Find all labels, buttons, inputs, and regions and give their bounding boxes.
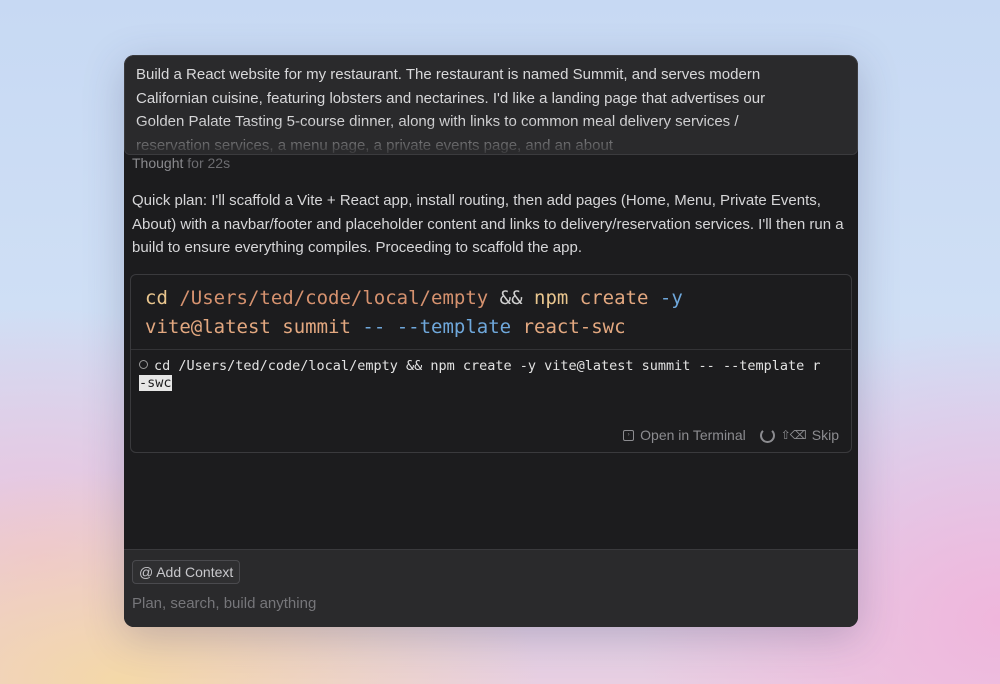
cmd-token-cd: cd [145,287,168,309]
thought-label: Thought [132,155,184,171]
agent-chat-window: Build a React website for my restaurant.… [124,55,858,627]
cmd-token-path: /Users/ted/code/local/empty [179,287,489,309]
shift-delete-shortcut-icon: ⇧⌫ [780,428,807,442]
open-in-terminal-button[interactable]: › Open in Terminal [623,427,746,443]
thought-indicator[interactable]: Thought for 22s [132,155,230,171]
user-prompt-text: Build a React website for my restaurant.… [136,66,766,154]
add-context-button[interactable]: @ Add Context [132,560,241,584]
cmd-token-flag-y: -y [659,287,683,309]
thought-duration: for 22s [187,155,231,171]
terminal-line: cd /Users/ted/code/local/empty && npm cr… [154,358,821,374]
at-sign-icon: @ [139,564,154,580]
user-prompt-card[interactable]: Build a React website for my restaurant.… [124,55,858,155]
open-in-terminal-label: Open in Terminal [640,427,746,443]
composer: @ Add Context [124,549,858,627]
cmd-token-npm: npm [534,287,569,309]
cmd-token-create: create [579,287,649,309]
terminal-command-card: cd /Users/ted/code/local/empty && npm cr… [130,274,852,453]
loading-spinner-icon [759,427,775,443]
skip-button[interactable]: ⇧⌫ Skip [759,427,839,443]
cmd-token-name: summit [282,316,351,338]
terminal-icon: › [623,429,635,441]
cmd-token-and: && [499,287,523,309]
cmd-token-pkg: vite@latest [145,316,271,338]
running-status-icon [139,360,148,369]
terminal-selected-text: -swc [139,375,172,391]
command-preview: cd /Users/ted/code/local/empty && npm cr… [131,275,851,350]
skip-label: Skip [811,427,839,443]
composer-input[interactable] [132,595,832,612]
terminal-output[interactable]: cd /Users/ted/code/local/empty && npm cr… [131,350,851,392]
add-context-label: Add Context [156,564,234,580]
command-actions: › Open in Terminal ⇧⌫ Skip [623,427,839,443]
cmd-token-dashdash: -- [362,316,386,338]
assistant-plan-text: Quick plan: I'll scaffold a Vite + React… [132,192,844,256]
cmd-token-template-flag: --template [396,316,512,338]
cmd-token-template: react-swc [522,316,626,338]
